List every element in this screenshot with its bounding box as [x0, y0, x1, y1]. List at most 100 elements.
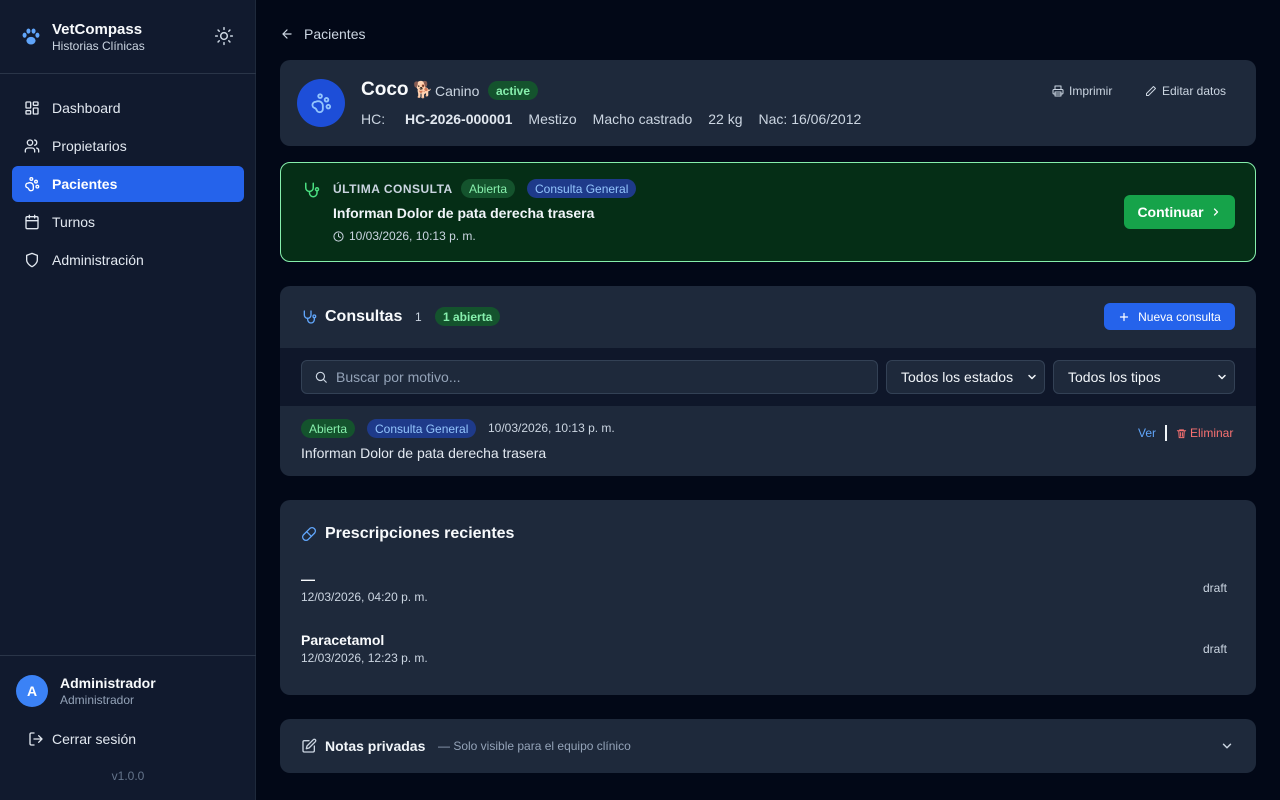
chevron-right-icon — [1213, 208, 1218, 216]
notes-title: Notas privadas — [325, 738, 426, 754]
paw-logo-icon — [22, 28, 40, 45]
arrow-left-icon — [282, 29, 292, 39]
continue-label: Continuar — [1137, 204, 1204, 220]
user-role: Administrador — [60, 693, 135, 707]
patient-hc: HC: HC-2026-000001 — [361, 111, 512, 127]
consult-row[interactable]: Abierta Consulta General 10/03/2026, 10:… — [280, 406, 1256, 476]
consult-title: Informan Dolor de pata derecha trasera — [301, 445, 547, 461]
stethoscope-icon — [305, 182, 320, 198]
last-consult-title: Informan Dolor de pata derecha trasera — [333, 205, 595, 221]
sidebar-item-label: Turnos — [52, 214, 96, 230]
sidebar-item-dashboard[interactable]: Dashboard — [12, 90, 244, 126]
last-consult-date: 10/03/2026, 10:13 p. m. — [333, 229, 476, 243]
action-divider — [1165, 425, 1167, 441]
brand-title: VetCompass — [52, 21, 143, 38]
delete-consult-button[interactable]: Eliminar — [1176, 426, 1233, 440]
patient-birth: Nac: 16/06/2012 — [758, 111, 862, 127]
private-notes-toggle[interactable]: Notas privadas — Solo visible para el eq… — [280, 719, 1256, 773]
clock-icon — [333, 230, 344, 242]
prescription-item[interactable]: — 12/03/2026, 04:20 p. m. draft — [301, 571, 1235, 611]
sidebar-item-label: Administración — [52, 252, 144, 268]
status-filter-value: Todos los estados — [901, 369, 1014, 385]
prescription-item[interactable]: Paracetamol 12/03/2026, 12:23 p. m. draf… — [301, 632, 1235, 672]
prescription-date: 12/03/2026, 12:23 p. m. — [301, 651, 428, 665]
sidebar-item-turnos[interactable]: Turnos — [12, 204, 244, 240]
brand-subtitle: Historias Clínicas — [52, 39, 145, 53]
delete-label: Eliminar — [1190, 426, 1234, 440]
sun-icon[interactable] — [214, 26, 234, 46]
patient-meta: HC: HC-2026-000001 Mestizo Macho castrad… — [361, 111, 877, 127]
shield-icon — [26, 252, 38, 268]
sidebar-item-administracion[interactable]: Administración — [12, 242, 244, 278]
prescription-status: draft — [1202, 642, 1227, 656]
search-icon — [315, 371, 327, 383]
status-badge: active — [488, 81, 539, 100]
sidebar-item-pacientes[interactable]: Pacientes — [12, 166, 244, 202]
back-link[interactable]: Pacientes — [280, 24, 365, 44]
status-filter-select[interactable]: Todos los estados — [886, 360, 1045, 394]
prescriptions-card: Prescripciones recientes — 12/03/2026, 0… — [280, 500, 1256, 695]
prescriptions-title: Prescripciones recientes — [325, 525, 515, 542]
prescription-name: — — [301, 571, 315, 587]
logout-label: Cerrar sesión — [52, 731, 137, 747]
search-input[interactable] — [336, 369, 856, 385]
type-filter-value: Todos los tipos — [1068, 369, 1161, 385]
user-name: Administrador — [60, 675, 156, 691]
app-version: v1.0.0 — [111, 769, 145, 783]
last-consult-label: ÚLTIMA CONSULTA — [333, 182, 453, 196]
sidebar-item-propietarios[interactable]: Propietarios — [12, 128, 244, 164]
edit-button[interactable]: Editar datos — [1145, 83, 1226, 99]
print-label: Imprimir — [1069, 84, 1113, 98]
open-count-badge: 1 abierta — [435, 307, 501, 326]
dashboard-icon — [25, 101, 39, 115]
sidebar-item-label: Dashboard — [52, 100, 121, 116]
back-label: Pacientes — [304, 26, 366, 42]
pencil-icon — [1146, 86, 1156, 96]
filter-bar: Todos los estados Todos los tipos — [280, 348, 1256, 406]
patient-name: Coco — [361, 79, 409, 100]
chevron-down-icon — [1028, 374, 1036, 380]
chevron-down-icon — [1222, 743, 1232, 749]
sidebar-footer: A Administrador Administrador Cerrar ses… — [0, 655, 256, 800]
patient-species: Canino — [435, 83, 480, 99]
sidebar: VetCompass Historias Clínicas Dashboard … — [0, 0, 256, 800]
notes-description: — Solo visible para el equipo clínico — [438, 739, 631, 753]
calendar-icon — [25, 214, 39, 230]
print-button[interactable]: Imprimir — [1052, 83, 1112, 99]
sidebar-item-label: Pacientes — [52, 176, 118, 192]
new-consult-label: Nueva consulta — [1138, 309, 1221, 324]
continue-button[interactable]: Continuar — [1124, 195, 1235, 229]
stethoscope-icon — [303, 310, 317, 324]
consult-status-badge: Abierta — [301, 419, 356, 438]
logout-icon — [29, 732, 43, 746]
hc-number: HC-2026-000001 — [405, 111, 513, 127]
edit-label: Editar datos — [1162, 84, 1227, 98]
pill-icon — [302, 527, 316, 541]
last-consult-card: ÚLTIMA CONSULTA Abierta Consulta General… — [280, 162, 1256, 262]
sidebar-item-label: Propietarios — [52, 138, 127, 154]
patient-weight: 22 kg — [708, 111, 743, 127]
avatar[interactable]: A — [16, 675, 48, 707]
logout-button[interactable]: Cerrar sesión — [12, 722, 244, 756]
consults-card: Consultas 1 1 abierta Nueva consulta Tod… — [280, 286, 1256, 476]
dog-emoji-icon: 🐕 — [413, 82, 433, 99]
consults-title: Consultas — [325, 308, 403, 325]
prescription-date: 12/03/2026, 04:20 p. m. — [301, 590, 428, 604]
consult-type-badge: Consulta General — [367, 419, 477, 438]
plus-icon — [1120, 312, 1129, 321]
prescription-name: Paracetamol — [301, 632, 385, 648]
chevron-down-icon — [1218, 374, 1226, 380]
hc-label: HC: — [361, 111, 386, 127]
search-field[interactable] — [301, 360, 878, 394]
trash-icon — [1176, 428, 1187, 438]
brand-header: VetCompass Historias Clínicas — [0, 0, 256, 74]
last-consult-date-text: 10/03/2026, 10:13 p. m. — [349, 229, 476, 243]
type-filter-select[interactable]: Todos los tipos — [1053, 360, 1235, 394]
pet-avatar — [297, 79, 345, 127]
view-consult-link[interactable]: Ver — [1138, 426, 1156, 440]
printer-icon — [1052, 85, 1064, 97]
consults-count: 1 — [415, 310, 422, 324]
users-icon — [24, 139, 40, 153]
new-consult-button[interactable]: Nueva consulta — [1104, 303, 1235, 330]
notepad-icon — [302, 738, 317, 753]
